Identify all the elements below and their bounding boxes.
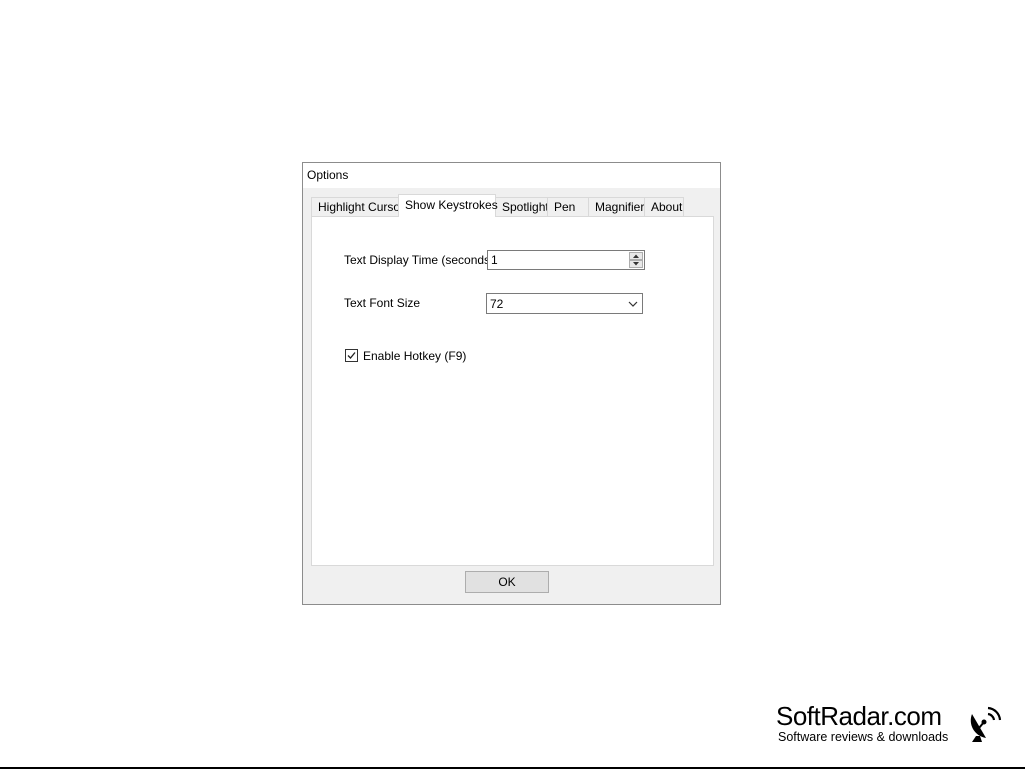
text-font-size-value: 72	[490, 297, 504, 311]
tab-magnifier[interactable]: Magnifier	[588, 197, 645, 216]
text-display-time-spinner[interactable]: 1	[487, 250, 645, 270]
enable-hotkey-label[interactable]: Enable Hotkey (F9)	[363, 349, 466, 363]
text-display-time-label: Text Display Time (seconds)	[344, 253, 495, 267]
softradar-watermark: SoftRadar.com Software reviews & downloa…	[776, 700, 1016, 748]
dialog-title: Options	[303, 163, 720, 188]
text-font-size-select[interactable]: 72	[486, 293, 643, 314]
tab-spotlight[interactable]: Spotlight	[495, 197, 549, 216]
tab-show-keystrokes[interactable]: Show Keystrokes	[398, 194, 498, 217]
ok-button[interactable]: OK	[465, 571, 549, 593]
arrow-up-icon	[633, 254, 639, 258]
enable-hotkey-checkbox[interactable]	[345, 349, 358, 362]
tab-highlight-cursor[interactable]: Highlight Cursor	[311, 197, 404, 216]
chevron-down-icon	[628, 301, 638, 307]
satellite-dish-icon	[970, 706, 1002, 742]
tab-pen[interactable]: Pen	[547, 197, 589, 216]
watermark-name: SoftRadar.com	[776, 701, 942, 731]
spinner-buttons	[629, 252, 643, 268]
spinner-down-button[interactable]	[629, 260, 643, 268]
tab-panel-show-keystrokes: Text Display Time (seconds) 1 Text Font …	[311, 216, 714, 566]
text-font-size-label: Text Font Size	[344, 296, 421, 310]
checkmark-icon	[347, 352, 356, 359]
watermark-tagline: Software reviews & downloads	[778, 730, 949, 744]
options-dialog: Options Highlight Cursor Show Keystrokes…	[302, 162, 721, 605]
text-display-time-value[interactable]: 1	[491, 253, 498, 267]
tab-about[interactable]: About	[644, 197, 684, 216]
spinner-up-button[interactable]	[629, 252, 643, 260]
arrow-down-icon	[633, 262, 639, 266]
